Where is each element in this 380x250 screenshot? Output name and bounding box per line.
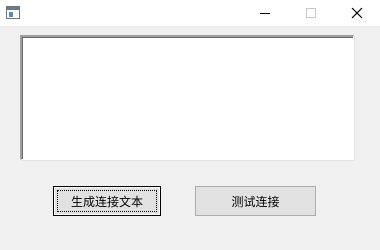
minimize-button[interactable] — [242, 0, 288, 26]
test-connection-button[interactable]: 测试连接 — [195, 186, 316, 216]
close-icon — [351, 7, 363, 19]
close-button[interactable] — [334, 0, 380, 26]
maximize-icon — [306, 8, 316, 18]
generate-connection-text-button[interactable]: 生成连接文本 — [53, 186, 161, 216]
app-icon[interactable] — [6, 6, 20, 19]
generate-button-label: 生成连接文本 — [70, 194, 143, 209]
connection-text-area[interactable] — [20, 35, 354, 160]
app-icon-inner — [9, 12, 13, 17]
test-button-label: 测试连接 — [231, 194, 280, 209]
maximize-button[interactable] — [288, 0, 334, 26]
minimize-icon — [260, 13, 270, 14]
app-icon-bar — [7, 7, 19, 10]
title-bar[interactable] — [0, 0, 380, 26]
app-window: 生成连接文本 测试连接 — [0, 0, 380, 250]
